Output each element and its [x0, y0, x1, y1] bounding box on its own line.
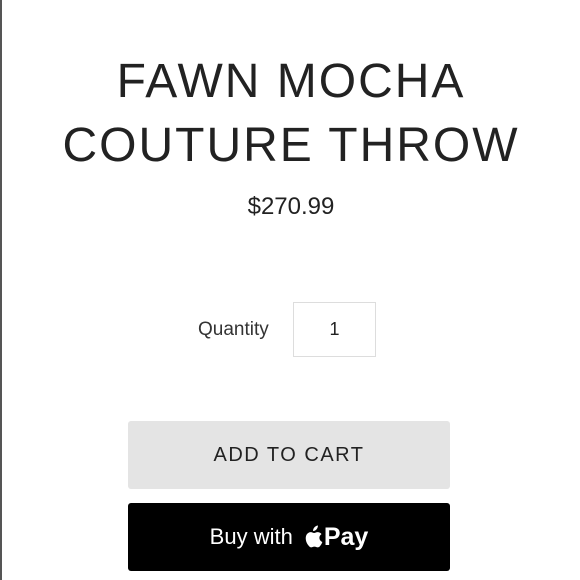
quantity-label: Quantity — [198, 319, 269, 340]
quantity-input[interactable] — [293, 302, 376, 357]
product-title-line-2: COUTURE THROW — [62, 119, 520, 172]
product-price: $270.99 — [247, 193, 335, 220]
buy-with-label: Buy with — [209, 524, 293, 549]
add-to-cart-label: ADD TO CART — [213, 443, 365, 466]
apple-logo-icon — [305, 525, 323, 548]
product-page: FAWN MOCHA COUTURE THROW $270.99 Quantit… — [0, 0, 580, 580]
apple-pay-button[interactable]: Buy with Pay — [128, 503, 450, 571]
product-title: FAWN MOCHA COUTURE THROW — [2, 50, 580, 178]
add-to-cart-button[interactable]: ADD TO CART — [128, 421, 450, 489]
product-title-line-1: FAWN MOCHA — [116, 55, 466, 108]
apple-pay-mark: Pay — [299, 523, 368, 552]
pay-label: Pay — [323, 522, 369, 551]
